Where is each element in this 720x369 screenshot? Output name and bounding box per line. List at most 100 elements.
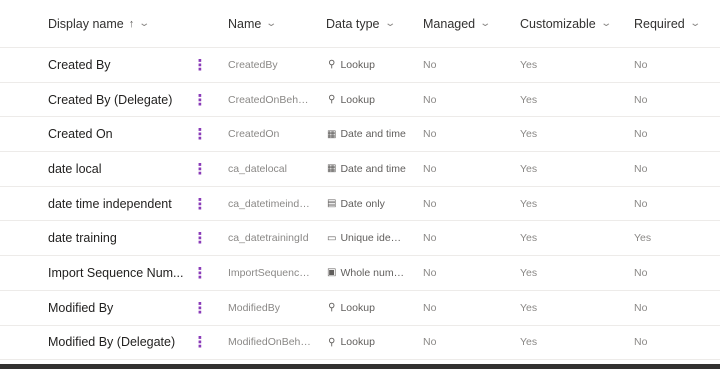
table-row[interactable]: Created By (Delegate) ⋮ CreatedOnBehalf.… [0,83,720,118]
managed-cell: No [423,232,437,245]
required-cell: No [634,266,648,279]
table-row[interactable]: Modified By (Delegate) ⋮ ModifiedOnBeha.… [0,326,720,361]
required-cell: No [634,93,648,106]
table-row[interactable]: Import Sequence Num... ⋮ ImportSequence.… [0,256,720,291]
customizable-cell: Yes [520,232,538,245]
columns-table: Display name ↑ ⌄ Name ⌄ Data type ⌄ Mana… [0,0,720,361]
customizable-cell: Yes [520,58,538,71]
managed-cell: No [423,93,437,106]
data-type-cell: ▦ Date and time [327,162,406,175]
data-type-cell: ⚲ Lookup [326,291,406,325]
column-header-display-name[interactable]: Display name ↑ ⌄ [48,0,188,47]
name-cell: ca_datetimeinde... [228,197,312,210]
name-cell: CreatedOn [228,128,280,141]
calendar-clock-icon: ▦ [327,128,337,140]
chevron-down-icon[interactable]: ⌄ [384,18,396,29]
table-body: Created By ⋮ CreatedBy ⚲ Lookup No Yes No… [0,48,720,361]
more-options-icon[interactable]: ⋮ [190,291,210,325]
data-type-cell: ⚲ Lookup [326,83,406,117]
column-header-data-type[interactable]: Data type ⌄ [326,0,406,47]
name-cell: ModifiedOnBeha... [228,336,312,349]
display-name-cell[interactable]: Modified By [48,291,188,325]
customizable-cell: Yes [520,301,538,314]
more-options-icon[interactable]: ⋮ [190,256,210,290]
column-header-customizable[interactable]: Customizable ⌄ [520,0,610,47]
table-row[interactable]: Created By ⋮ CreatedBy ⚲ Lookup No Yes No [0,48,720,83]
display-name-cell[interactable]: date local [48,152,188,186]
display-name-cell[interactable]: Created On [48,117,188,151]
chevron-down-icon[interactable]: ⌄ [139,18,151,29]
number-icon: ▣ [327,267,337,279]
chevron-down-icon[interactable]: ⌄ [689,18,701,29]
required-cell: No [634,128,648,141]
column-header-label: Required [634,16,685,31]
managed-cell: No [423,266,437,279]
required-cell: No [634,162,648,175]
name-cell: ca_datetrainingId [228,232,309,245]
more-options-icon[interactable]: ⋮ [190,221,210,255]
more-options-icon[interactable]: ⋮ [190,187,210,221]
managed-cell: No [423,128,437,141]
name-cell: CreatedBy [228,58,278,71]
magnifier-icon: ⚲ [328,94,336,106]
table-row[interactable]: date local ⋮ ca_datelocal ▦ Date and time… [0,152,720,187]
data-type-cell: ⚲ Lookup [326,326,406,360]
column-header-managed[interactable]: Managed ⌄ [423,0,503,47]
required-cell: No [634,197,648,210]
more-options-icon[interactable]: ⋮ [190,326,210,360]
more-options-icon[interactable]: ⋮ [190,152,210,186]
more-options-icon[interactable]: ⋮ [190,48,210,82]
column-header-required[interactable]: Required ⌄ [634,0,714,47]
display-name-cell[interactable]: Created By (Delegate) [48,83,188,117]
calendar-clock-icon: ▦ [327,163,337,175]
managed-cell: No [423,58,437,71]
name-cell: ModifiedBy [228,301,280,314]
magnifier-icon: ⚲ [328,336,336,348]
customizable-cell: Yes [520,128,538,141]
customizable-cell: Yes [520,162,538,175]
table-row[interactable]: date training ⋮ ca_datetrainingId ▭ Uniqu… [0,221,720,257]
table-row[interactable]: Created On ⋮ CreatedOn ▦ Date and time No… [0,117,720,153]
more-options-icon[interactable]: ⋮ [190,83,210,117]
id-card-icon: ▭ [327,232,337,244]
name-cell: ImportSequence... [228,266,312,279]
table-header-row: Display name ↑ ⌄ Name ⌄ Data type ⌄ Mana… [0,0,720,48]
bottom-border [0,364,720,369]
calendar-icon: ▤ [327,198,337,210]
display-name-cell[interactable]: date training [48,221,188,255]
chevron-down-icon[interactable]: ⌄ [479,18,491,29]
display-name-cell[interactable]: Modified By (Delegate) [48,326,188,360]
managed-cell: No [423,336,437,349]
customizable-cell: Yes [520,266,538,279]
data-type-cell: ▭ Unique identifie [327,232,406,245]
required-cell: No [634,301,648,314]
data-type-cell: ▣ Whole number [327,266,406,279]
column-header-label: Display name [48,16,124,31]
display-name-cell[interactable]: date time independent [48,187,188,221]
column-header-label: Managed [423,16,476,31]
column-header-label: Customizable [520,16,596,31]
managed-cell: No [423,162,437,175]
chevron-down-icon[interactable]: ⌄ [600,18,610,29]
customizable-cell: Yes [520,336,538,349]
data-type-cell: ▤ Date only [327,197,385,210]
column-header-name[interactable]: Name ⌄ [228,0,312,47]
column-header-label: Name [228,16,262,31]
name-cell: ca_datelocal [228,162,287,175]
customizable-cell: Yes [520,93,538,106]
table-row[interactable]: date time independent ⋮ ca_datetimeinde.… [0,187,720,222]
chevron-down-icon[interactable]: ⌄ [266,18,278,29]
table-row[interactable]: Modified By ⋮ ModifiedBy ⚲ Lookup No Yes … [0,291,720,326]
magnifier-icon: ⚲ [328,302,336,314]
column-header-label: Data type [326,16,380,31]
customizable-cell: Yes [520,197,538,210]
display-name-cell[interactable]: Created By [48,48,188,82]
more-options-icon[interactable]: ⋮ [190,117,210,151]
display-name-cell[interactable]: Import Sequence Num... [48,256,188,290]
managed-cell: No [423,301,437,314]
managed-cell: No [423,197,437,210]
name-cell: CreatedOnBehalf... [228,93,312,106]
data-type-cell: ⚲ Lookup [326,48,406,82]
data-type-cell: ▦ Date and time [327,128,406,141]
sort-ascending-icon: ↑ [128,17,135,30]
